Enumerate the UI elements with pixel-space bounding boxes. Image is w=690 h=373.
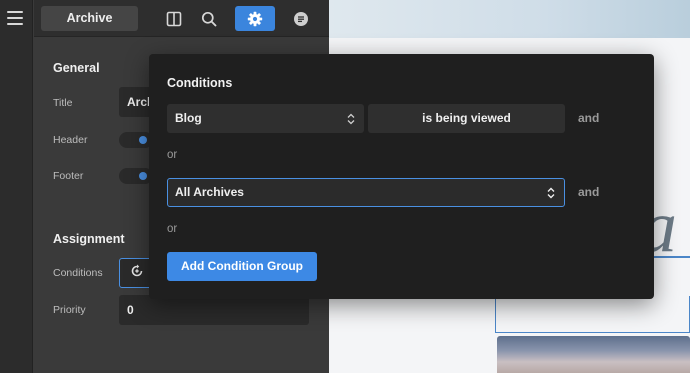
- conditions-label: Conditions: [53, 267, 103, 279]
- general-section-title: General: [53, 61, 100, 75]
- gear-icon[interactable]: [235, 6, 275, 31]
- condition-type-select[interactable]: Blog: [167, 104, 364, 133]
- panel-toolbar: Archive: [34, 0, 329, 37]
- priority-field[interactable]: 0: [119, 295, 309, 325]
- popover-title: Conditions: [167, 76, 233, 90]
- preview-header-image: [329, 0, 690, 38]
- condition-state-button[interactable]: is being viewed: [368, 104, 565, 133]
- archive-tab[interactable]: Archive: [41, 6, 138, 31]
- header-toggle[interactable]: [119, 132, 153, 148]
- footer-label: Footer: [53, 170, 84, 182]
- preview-selection-box: [495, 296, 690, 333]
- hamburger-icon[interactable]: [7, 11, 23, 25]
- or-label: or: [167, 223, 178, 235]
- layout-columns-icon[interactable]: [154, 6, 194, 31]
- priority-label: Priority: [53, 304, 86, 316]
- and-label[interactable]: and: [578, 111, 599, 125]
- conditions-popover: Conditions Blog is being viewed and or A…: [149, 54, 654, 299]
- title-label: Title: [53, 97, 73, 109]
- chevron-updown-icon: [347, 104, 355, 133]
- refresh-plus-icon: [130, 264, 144, 283]
- chevron-updown-icon: [547, 179, 555, 206]
- or-label: or: [167, 149, 178, 161]
- add-condition-group-button[interactable]: Add Condition Group: [167, 252, 317, 281]
- archive-type-select[interactable]: All Archives: [167, 178, 565, 207]
- search-icon[interactable]: [189, 6, 229, 31]
- and-label[interactable]: and: [578, 185, 599, 199]
- header-label: Header: [53, 134, 88, 146]
- assignment-section-title: Assignment: [53, 232, 125, 246]
- document-icon[interactable]: [281, 6, 321, 31]
- archive-type-value: All Archives: [175, 185, 244, 199]
- footer-toggle[interactable]: [119, 168, 153, 184]
- preview-photo: [497, 336, 690, 373]
- left-rail: [0, 0, 33, 373]
- condition-type-value: Blog: [175, 111, 202, 125]
